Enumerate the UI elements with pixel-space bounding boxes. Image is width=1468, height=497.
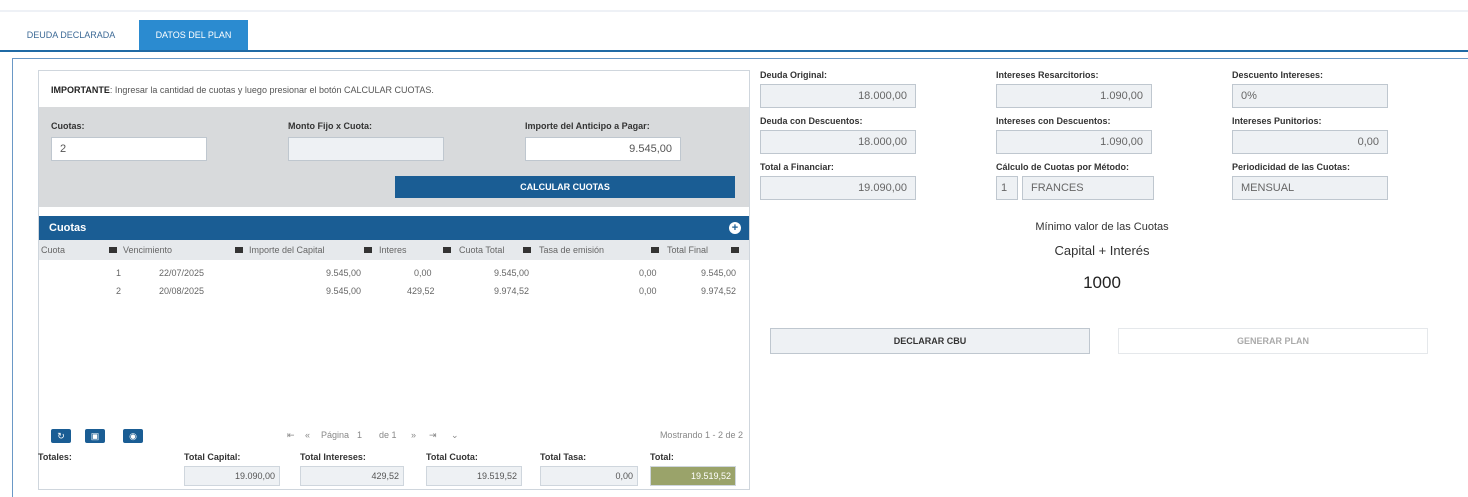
first-page-icon[interactable]: ⇤: [287, 430, 295, 441]
cell-interes: 0,00: [414, 268, 432, 278]
anticipo-label: Importe del Anticipo a Pagar:: [525, 121, 650, 131]
important-text: : Ingresar la cantidad de cuotas y luego…: [109, 85, 434, 95]
page-of-label: de 1: [379, 430, 397, 440]
totals-bar: Totales: Total Capital: 19.090,00 Total …: [38, 452, 748, 490]
column-menu-icon[interactable]: [443, 247, 451, 253]
metodo-field: FRANCES: [1022, 176, 1154, 200]
intereses-descuentos-field: 1.090,00: [996, 130, 1152, 154]
col-tasa-emision[interactable]: Tasa de emisión: [539, 240, 604, 260]
cuotas-label: Cuotas:: [51, 121, 85, 131]
column-menu-icon[interactable]: [731, 247, 739, 253]
periodicidad-label: Periodicidad de las Cuotas:: [1232, 162, 1351, 172]
tab-deuda-declarada[interactable]: DEUDA DECLARADA: [12, 20, 130, 50]
prev-page-icon[interactable]: «: [305, 430, 310, 440]
tab-datos-del-plan[interactable]: DATOS DEL PLAN: [139, 20, 248, 50]
calcular-cuotas-button[interactable]: CALCULAR CUOTAS: [395, 176, 735, 198]
view-icon[interactable]: ◉: [123, 429, 143, 443]
cell-total-final: 9.974,52: [701, 286, 737, 296]
cell-capital: 9.545,00: [326, 268, 362, 278]
column-menu-icon[interactable]: [523, 247, 531, 253]
metodo-code-field: 1: [996, 176, 1018, 200]
print-icon[interactable]: ▣: [85, 429, 105, 443]
cell-cuota-total: 9.974,52: [494, 286, 530, 296]
total-cuota-label: Total Cuota:: [426, 452, 478, 462]
intereses-punitorios-label: Intereses Punitorios:: [1232, 116, 1322, 126]
intereses-punitorios-field: 0,00: [1232, 130, 1388, 154]
cell-capital: 9.545,00: [326, 286, 362, 296]
deuda-descuentos-label: Deuda con Descuentos:: [760, 116, 863, 126]
total-financiar-label: Total a Financiar:: [760, 162, 834, 172]
cell-vencimiento: 22/07/2025: [159, 268, 205, 278]
cell-interes: 429,52: [407, 286, 435, 296]
periodicidad-field: MENSUAL: [1232, 176, 1388, 200]
cell-total-final: 9.545,00: [701, 268, 737, 278]
page-size-chevron-icon[interactable]: ⌄: [451, 430, 459, 441]
cuotas-grid-header: Cuotas +: [39, 216, 749, 240]
total-label: Total:: [650, 452, 674, 462]
showing-records: Mostrando 1 - 2 de 2: [659, 430, 743, 440]
cuotas-grid-title: Cuotas: [49, 222, 87, 234]
intereses-resarcitorios-field: 1.090,00: [996, 84, 1152, 108]
col-importe-capital[interactable]: Importe del Capital: [249, 240, 325, 260]
total-value: 19.519,52: [650, 466, 736, 486]
col-interes[interactable]: Interes: [379, 240, 407, 260]
col-vencimiento[interactable]: Vencimiento: [123, 240, 172, 260]
cuotas-input[interactable]: 2: [51, 137, 207, 161]
anticipo-input[interactable]: 9.545,00: [525, 137, 681, 161]
column-menu-icon[interactable]: [109, 247, 117, 253]
page-number[interactable]: 1: [357, 430, 362, 440]
minimo-value: 1000: [1083, 273, 1121, 292]
total-capital-label: Total Capital:: [184, 452, 241, 462]
total-tasa-value: 0,00: [540, 466, 638, 486]
refresh-icon[interactable]: ↻: [51, 429, 71, 443]
important-label: IMPORTANTE: [51, 85, 110, 95]
metodo-label: Cálculo de Cuotas por Método:: [996, 162, 1130, 172]
top-divider: [0, 10, 1468, 12]
minimo-subtitle: Capital + Interés: [1054, 243, 1150, 258]
cell-tasa: 0,00: [639, 286, 657, 296]
column-menu-icon[interactable]: [364, 247, 372, 253]
column-menu-icon[interactable]: [651, 247, 659, 253]
column-menu-icon[interactable]: [235, 247, 243, 253]
cuotas-column-headers: Cuota Vencimiento Importe del Capital In…: [39, 240, 749, 260]
col-cuota[interactable]: Cuota: [41, 240, 65, 260]
cell-cuota: 1: [116, 268, 122, 278]
total-financiar-field: 19.090,00: [760, 176, 916, 200]
generar-plan-button[interactable]: GENERAR PLAN: [1118, 328, 1428, 354]
intereses-resarcitorios-label: Intereses Resarcitorios:: [996, 70, 1099, 80]
cell-vencimiento: 20/08/2025: [159, 286, 205, 296]
total-intereses-label: Total Intereses:: [300, 452, 366, 462]
important-note: IMPORTANTE: Ingresar la cantidad de cuot…: [51, 85, 434, 95]
monto-fijo-input[interactable]: [288, 137, 444, 161]
cell-cuota: 2: [116, 286, 122, 296]
total-intereses-value: 429,52: [300, 466, 404, 486]
cell-cuota-total: 9.545,00: [494, 268, 530, 278]
page-label: Página: [321, 430, 350, 440]
add-icon[interactable]: +: [729, 222, 741, 234]
tab-bar: DEUDA DECLARADA DATOS DEL PLAN: [0, 20, 1468, 52]
deuda-original-label: Deuda Original:: [760, 70, 828, 80]
table-row[interactable]: 1 22/07/2025 9.545,00 0,00 9.545,00 0,00…: [39, 264, 749, 282]
col-total-final[interactable]: Total Final: [667, 240, 708, 260]
deuda-descuentos-field: 18.000,00: [760, 130, 916, 154]
descuento-intereses-field: 0%: [1232, 84, 1388, 108]
table-row[interactable]: 2 20/08/2025 9.545,00 429,52 9.974,52 0,…: [39, 282, 749, 300]
minimo-title: Mínimo valor de las Cuotas: [1035, 221, 1169, 233]
intereses-descuentos-label: Intereses con Descuentos:: [996, 116, 1111, 126]
total-tasa-label: Total Tasa:: [540, 452, 587, 462]
descuento-intereses-label: Descuento Intereses:: [1232, 70, 1324, 80]
grid-pager: ↻ ▣ ◉ ⇤ « Página 1 de 1 » ⇥ ⌄ Mostrando …: [39, 427, 749, 447]
total-cuota-value: 19.519,52: [426, 466, 522, 486]
deuda-original-field: 18.000,00: [760, 84, 916, 108]
total-capital-value: 19.090,00: [184, 466, 280, 486]
monto-fijo-label: Monto Fijo x Cuota:: [288, 121, 372, 131]
cell-tasa: 0,00: [639, 268, 657, 278]
plan-calculator-panel: IMPORTANTE: Ingresar la cantidad de cuot…: [38, 70, 750, 490]
col-cuota-total[interactable]: Cuota Total: [459, 240, 504, 260]
declarar-cbu-button[interactable]: DECLARAR CBU: [770, 328, 1090, 354]
next-page-icon[interactable]: »: [411, 430, 416, 440]
last-page-icon[interactable]: ⇥: [429, 430, 437, 441]
totales-label: Totales:: [38, 452, 72, 462]
